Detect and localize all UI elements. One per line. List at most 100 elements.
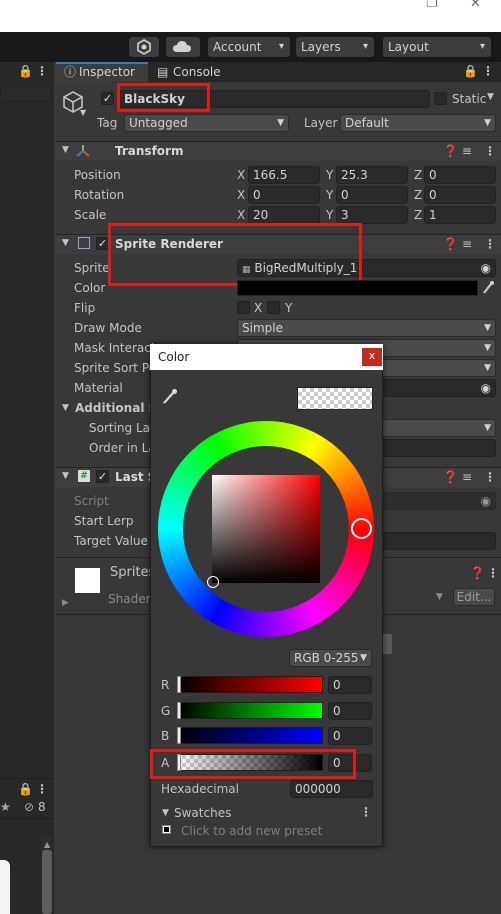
static-checkbox[interactable] [434, 92, 447, 105]
tab-console[interactable]: Console [173, 62, 221, 82]
visibility-off-icon[interactable]: ⊘ [24, 798, 34, 816]
star-icon[interactable]: ★ [0, 798, 11, 816]
g-channel-label: G [161, 704, 171, 718]
scrollbar-thumb[interactable] [42, 850, 52, 914]
help-icon[interactable]: ❓ [443, 235, 458, 253]
collapse-arrow-icon[interactable]: ▼ [162, 808, 169, 818]
collapse-arrow-icon[interactable]: ▼ [62, 471, 69, 481]
layers-dropdown[interactable]: Layers ▾ [296, 37, 374, 57]
more-menu-icon[interactable]: ⋮ [482, 62, 494, 80]
more-menu-icon[interactable]: ⋮ [36, 780, 48, 798]
color-swatch-field[interactable] [237, 280, 478, 296]
r-channel-label: R [161, 678, 170, 692]
script-enabled-checkbox[interactable]: ✓ [96, 470, 109, 483]
object-picker-icon[interactable]: ◉ [481, 260, 491, 276]
layers-label: Layers [301, 40, 341, 54]
lock-icon[interactable]: 🔒 [463, 62, 478, 80]
icon-dropdown-arrow[interactable]: ▼ [80, 108, 86, 117]
shader-label: Shader [108, 592, 151, 606]
flip-x-checkbox[interactable] [237, 301, 250, 314]
tag-value: Untagged [129, 116, 188, 130]
tab-inspector-label: Inspector [79, 65, 135, 79]
r-slider-thumb[interactable] [177, 676, 181, 693]
layout-dropdown[interactable]: Layout ▾ [383, 37, 491, 57]
more-menu-icon[interactable]: ⋮ [484, 142, 496, 160]
rotation-x-field[interactable]: 0 [248, 186, 320, 204]
hue-handle[interactable] [351, 518, 372, 539]
more-menu-icon[interactable]: ⋮ [36, 62, 48, 80]
position-x-field[interactable]: 166.5 [248, 166, 320, 184]
close-window-icon[interactable]: ✕ [470, 0, 481, 10]
collab-button[interactable] [129, 37, 159, 57]
active-checkbox[interactable]: ✓ [101, 92, 114, 105]
b-slider-thumb[interactable] [177, 727, 181, 744]
saturation-value-handle[interactable] [207, 576, 219, 588]
g-slider[interactable] [177, 702, 323, 719]
info-icon: ⓘ [64, 65, 77, 79]
b-value-field[interactable]: 0 [328, 727, 372, 745]
color-preview-swatch [297, 387, 373, 410]
eyedropper-icon[interactable] [481, 280, 495, 296]
lock-icon[interactable]: 🔒 [18, 62, 33, 80]
rotation-y-field[interactable]: 0 [336, 186, 408, 204]
eyedropper-icon[interactable] [161, 388, 179, 406]
flip-y-checkbox[interactable] [267, 301, 280, 314]
asset-thumbnail [0, 860, 10, 914]
axis-x-label: X [237, 188, 246, 202]
more-menu-icon[interactable]: ⋮ [484, 468, 496, 486]
color-picker-close-button[interactable]: x [362, 348, 382, 366]
g-slider-thumb[interactable] [177, 702, 181, 719]
shader-edit-button[interactable]: Edit... [453, 588, 495, 606]
collapse-arrow-icon[interactable]: ▼ [62, 145, 69, 155]
scroll-up-icon[interactable]: ▲ [44, 840, 50, 849]
help-icon[interactable]: ❓ [443, 142, 458, 160]
flip-label: Flip [74, 301, 96, 315]
position-z-field[interactable]: 0 [424, 166, 496, 184]
hidden-count: 8 [38, 800, 46, 814]
more-menu-icon[interactable]: ⋮ [484, 235, 496, 253]
chevron-down-icon: ▼ [277, 118, 284, 128]
expand-arrow-icon[interactable]: ▶ [62, 598, 69, 608]
script-label: Script [74, 494, 109, 508]
collapse-arrow-icon[interactable]: ▼ [62, 403, 69, 413]
preset-icon[interactable]: ≡ [462, 235, 472, 253]
g-value-field[interactable]: 0 [328, 702, 372, 720]
position-y-field[interactable]: 25.3 [336, 166, 408, 184]
add-preset-hint[interactable]: Click to add new preset [181, 822, 322, 840]
color-mode-dropdown[interactable]: RGB 0-255 ▼ [289, 649, 372, 667]
object-picker-icon[interactable]: ◉ [481, 380, 491, 396]
saturation-value-square[interactable] [212, 475, 320, 583]
chevron-down-icon[interactable]: ▼ [487, 92, 494, 102]
b-slider[interactable] [177, 727, 323, 744]
material-label: Material [74, 381, 123, 395]
help-icon[interactable]: ❓ [470, 564, 485, 582]
help-icon[interactable]: ❓ [443, 468, 458, 486]
more-menu-icon[interactable]: ⋮ [360, 803, 372, 821]
object-picker-icon: ◉ [480, 494, 491, 508]
cloud-button[interactable] [166, 37, 200, 57]
b-channel-label: B [161, 729, 170, 743]
chevron-down-icon: ▾ [278, 41, 284, 52]
tag-dropdown[interactable]: Untagged ▼ [124, 114, 289, 132]
hexadecimal-field[interactable]: 000000 [290, 780, 373, 798]
hexadecimal-label: Hexadecimal [161, 782, 239, 796]
layer-dropdown[interactable]: Default ▼ [340, 114, 496, 132]
scale-y-field[interactable]: 3 [336, 206, 408, 224]
restore-window-icon[interactable]: ❐ [426, 0, 438, 10]
scale-z-field[interactable]: 1 [424, 206, 496, 224]
scale-x-field[interactable]: 20 [248, 206, 320, 224]
left-search-field[interactable] [0, 84, 52, 102]
lock-icon[interactable]: 🔒 [18, 780, 33, 798]
transform-title: Transform [115, 144, 184, 158]
axis-z-label: Z [414, 188, 423, 202]
rotation-z-field[interactable]: 0 [424, 186, 496, 204]
chevron-down-icon[interactable]: ▼ [436, 592, 443, 602]
r-value-field[interactable]: 0 [328, 676, 372, 694]
r-slider[interactable] [177, 676, 323, 693]
collapse-arrow-icon[interactable]: ▼ [62, 238, 69, 248]
more-menu-icon[interactable]: ⋮ [487, 564, 499, 582]
draw-mode-dropdown[interactable]: Simple ▼ [237, 319, 496, 337]
preset-icon[interactable]: ≡ [462, 142, 472, 160]
preset-icon[interactable]: ≡ [462, 468, 472, 486]
account-dropdown[interactable]: Account ▾ [208, 37, 290, 57]
